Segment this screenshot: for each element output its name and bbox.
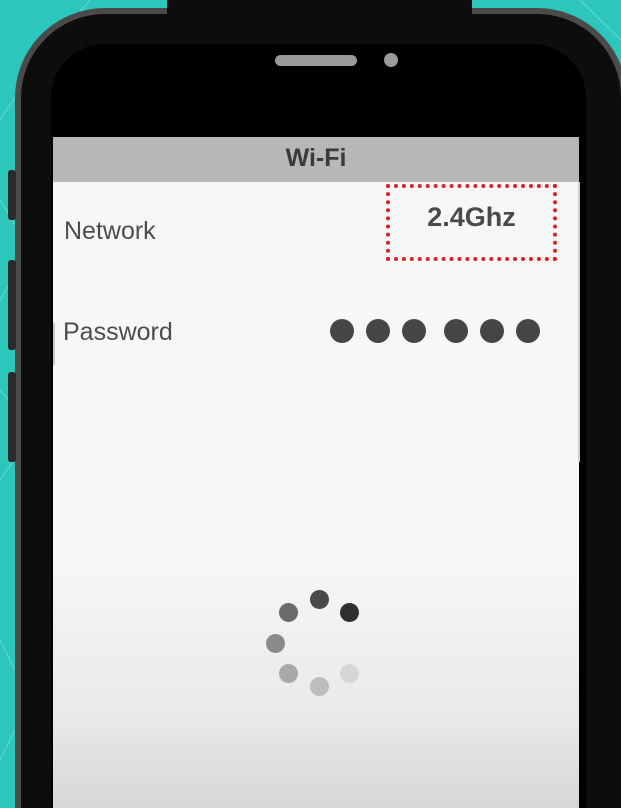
spinner-dot — [279, 603, 298, 622]
loading-spinner-icon — [250, 580, 390, 710]
network-label: Network — [64, 217, 156, 245]
spinner-dot — [340, 603, 359, 622]
password-mask-dot — [516, 319, 540, 343]
password-mask-dot — [402, 319, 426, 343]
spinner-dot — [310, 677, 329, 696]
front-camera — [384, 53, 398, 67]
network-value[interactable]: 2.4Ghz — [386, 202, 557, 233]
spinner-dot — [266, 634, 285, 653]
side-button-top — [8, 170, 16, 220]
password-mask-dot — [366, 319, 390, 343]
password-mask-dot — [444, 319, 468, 343]
wifi-form-panel — [53, 182, 579, 808]
spinner-dot — [279, 664, 298, 683]
panel-edge — [578, 182, 580, 462]
spinner-dot — [310, 590, 329, 609]
password-field[interactable] — [330, 319, 552, 343]
page-title: Wi-Fi — [53, 137, 579, 182]
text-cursor — [53, 323, 55, 365]
spinner-dot — [340, 664, 359, 683]
password-label: Password — [63, 318, 173, 346]
side-button-volume-up — [8, 260, 16, 350]
notch — [167, 0, 472, 42]
password-mask-dot — [480, 319, 504, 343]
spinner-dot — [353, 634, 372, 653]
side-button-volume-down — [8, 372, 16, 462]
password-mask-dot — [330, 319, 354, 343]
speaker-grille — [275, 55, 357, 66]
